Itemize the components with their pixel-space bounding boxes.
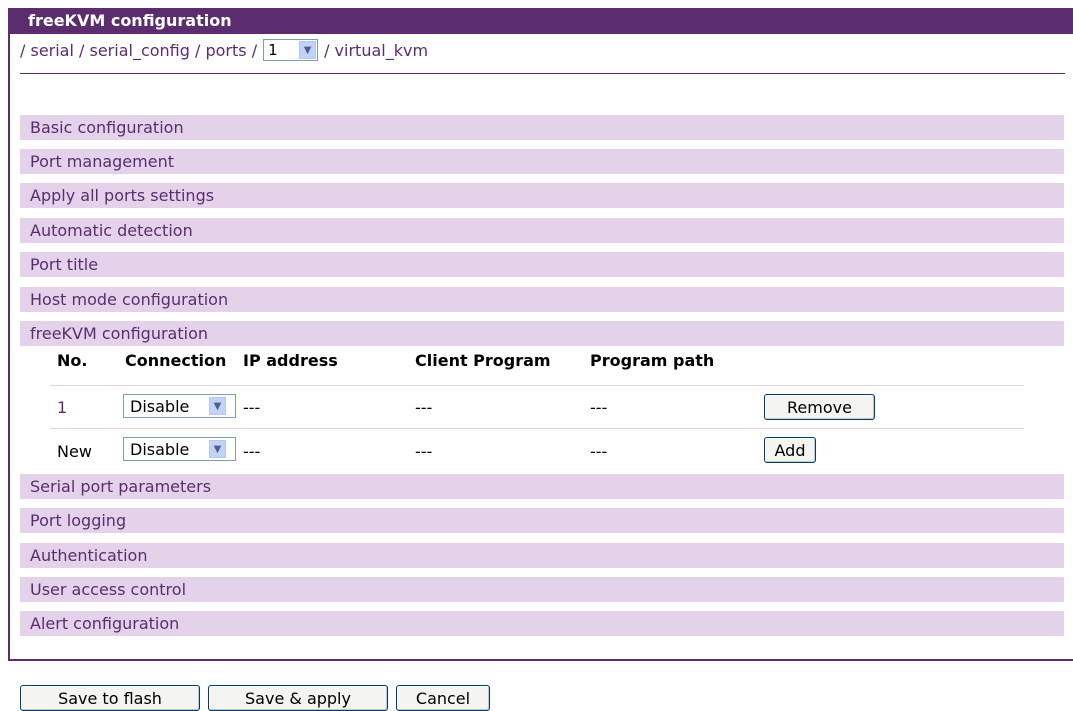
- row-1-connection-value: Disable: [130, 396, 190, 416]
- row-1-path: ---: [590, 398, 608, 417]
- row-1-client: ---: [415, 398, 433, 417]
- column-header-ip-address: IP address: [243, 351, 338, 370]
- row-new-connection-value: Disable: [130, 439, 190, 459]
- row-new-label: New: [57, 442, 92, 461]
- port-select-value: 1: [268, 41, 278, 59]
- remove-button[interactable]: Remove: [764, 394, 875, 420]
- panel-title: freeKVM configuration: [10, 8, 1073, 34]
- section-port-title[interactable]: Port title: [20, 252, 1064, 277]
- section-host-mode[interactable]: Host mode configuration: [20, 287, 1064, 312]
- breadcrumb-current[interactable]: / virtual_kvm: [324, 41, 428, 60]
- port-select[interactable]: 1 ▼: [263, 39, 319, 61]
- section-user-access-control[interactable]: User access control: [20, 577, 1064, 602]
- breadcrumb-divider: [20, 73, 1065, 74]
- breadcrumb: / serial / serial_config / ports / 1 ▼ /…: [20, 34, 428, 66]
- column-header-client-program: Client Program: [415, 351, 551, 370]
- row-new-client: ---: [415, 442, 433, 461]
- section-authentication[interactable]: Authentication: [20, 543, 1064, 568]
- row-new-ip: ---: [243, 442, 261, 461]
- section-alert-configuration[interactable]: Alert configuration: [20, 611, 1064, 636]
- row-1-number[interactable]: 1: [57, 398, 67, 417]
- breadcrumb-path[interactable]: / serial / serial_config / ports /: [20, 41, 257, 60]
- chevron-down-icon[interactable]: ▼: [209, 440, 226, 458]
- section-apply-all-ports[interactable]: Apply all ports settings: [20, 183, 1064, 208]
- chevron-down-icon[interactable]: ▼: [299, 41, 317, 59]
- table-divider: [50, 428, 1024, 429]
- column-header-no: No.: [57, 351, 88, 370]
- column-header-connection: Connection: [125, 351, 227, 370]
- section-basic-configuration[interactable]: Basic configuration: [20, 115, 1064, 140]
- cancel-button[interactable]: Cancel: [396, 685, 490, 711]
- section-port-logging[interactable]: Port logging: [20, 508, 1064, 533]
- row-new-connection-select[interactable]: Disable ▼: [123, 437, 236, 461]
- row-new-path: ---: [590, 442, 608, 461]
- save-and-apply-button[interactable]: Save & apply: [208, 685, 388, 711]
- section-automatic-detection[interactable]: Automatic detection: [20, 218, 1064, 243]
- save-to-flash-button[interactable]: Save to flash: [20, 685, 200, 711]
- chevron-down-icon[interactable]: ▼: [209, 397, 226, 415]
- add-button[interactable]: Add: [764, 437, 816, 463]
- section-freekvm-configuration[interactable]: freeKVM configuration: [20, 321, 1064, 346]
- row-1-connection-select[interactable]: Disable ▼: [123, 394, 236, 418]
- section-port-management[interactable]: Port management: [20, 149, 1064, 174]
- row-1-ip: ---: [243, 398, 261, 417]
- column-header-program-path: Program path: [590, 351, 715, 370]
- table-divider: [50, 385, 1024, 386]
- section-serial-port-parameters[interactable]: Serial port parameters: [20, 474, 1064, 499]
